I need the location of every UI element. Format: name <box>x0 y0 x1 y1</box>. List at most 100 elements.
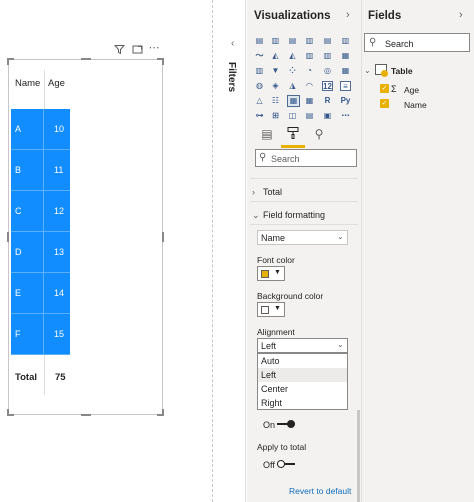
section-total[interactable]: Total <box>263 187 282 197</box>
paginated-report-icon[interactable]: ▣ <box>322 111 333 121</box>
analytics-magnifier-icon[interactable]: ⚲ <box>311 126 327 142</box>
table-cell-name: C <box>11 191 44 232</box>
resize-handle[interactable] <box>81 414 91 416</box>
line-and-column-chart-icon[interactable]: ▥ <box>304 51 315 61</box>
divider <box>250 201 358 202</box>
table-name[interactable]: Table <box>391 66 413 76</box>
matrix-icon[interactable]: ▦ <box>304 96 315 106</box>
slicer-icon[interactable]: ☷ <box>270 96 281 106</box>
qa-visual-icon[interactable]: ◫ <box>287 111 298 121</box>
toggle-on-label: On <box>263 420 276 430</box>
chevron-down-icon[interactable]: ⌄ <box>252 210 260 221</box>
field-name[interactable]: Name <box>404 100 427 110</box>
table-cell-name: A <box>11 109 44 150</box>
font-color-label: Font color <box>257 255 295 265</box>
focus-mode-icon[interactable] <box>131 44 143 56</box>
decomposition-tree-icon[interactable]: ⊞ <box>270 111 281 121</box>
alignment-option-auto[interactable]: Auto <box>258 354 347 368</box>
waterfall-chart-icon[interactable]: ▥ <box>254 66 265 76</box>
toggle-off-label: Off <box>263 460 275 470</box>
field-select-value: Name <box>261 233 286 243</box>
stacked-column-chart-icon[interactable]: ▥ <box>270 36 281 46</box>
filters-label[interactable]: Filters <box>226 62 237 92</box>
chevron-down-icon[interactable]: ⌄ <box>364 66 371 75</box>
caret-down-icon: ▼ <box>274 305 281 312</box>
resize-handle[interactable] <box>7 58 9 65</box>
chevron-right-icon[interactable]: › <box>459 9 463 21</box>
alignment-value: Left <box>261 341 277 351</box>
column-header-name[interactable]: Name <box>15 78 40 89</box>
format-search-placeholder: Search <box>271 154 300 164</box>
line-and-clustered-column-chart-icon[interactable]: ▥ <box>322 51 333 61</box>
shape-map-icon[interactable]: ◮ <box>287 81 298 91</box>
ribbon-chart-icon[interactable]: ▦ <box>340 51 351 61</box>
100-stacked-column-chart-icon[interactable]: ▥ <box>340 36 351 46</box>
format-paint-roller-icon[interactable] <box>285 126 301 142</box>
clustered-bar-chart-icon[interactable]: ▤ <box>287 36 298 46</box>
section-field-formatting[interactable]: Field formatting <box>263 210 325 220</box>
gauge-icon[interactable]: ◠ <box>304 81 315 91</box>
age-checkbox[interactable]: ✓ <box>380 84 389 93</box>
card-icon[interactable]: 12 <box>322 81 333 91</box>
scatter-chart-icon[interactable]: ⁘ <box>287 66 298 76</box>
alignment-option-left[interactable]: Left <box>258 368 347 382</box>
multi-row-card-icon[interactable]: ≡ <box>340 81 351 91</box>
fields-tab-icon[interactable]: ▤ <box>259 126 275 142</box>
table-cell-age: 15 <box>44 314 70 355</box>
sigma-icon: Σ <box>391 84 397 94</box>
map-icon[interactable]: ◍ <box>254 81 265 91</box>
caret-down-icon: ▼ <box>274 269 281 276</box>
table-cell-age: 14 <box>44 273 70 314</box>
filter-icon[interactable] <box>113 44 125 56</box>
kpi-icon[interactable]: △ <box>254 96 265 106</box>
field-formatting-toggle[interactable] <box>277 420 295 428</box>
alignment-option-right[interactable]: Right <box>258 396 347 410</box>
resize-handle[interactable] <box>162 409 164 416</box>
stacked-area-chart-icon[interactable]: ◭ <box>287 51 298 61</box>
smart-narrative-icon[interactable]: ▤ <box>304 111 315 121</box>
more-visuals-icon[interactable]: ⋯ <box>340 111 351 121</box>
funnel-chart-icon[interactable]: ▼ <box>270 66 281 76</box>
line-chart-icon[interactable]: 〜 <box>254 51 265 61</box>
100-stacked-bar-chart-icon[interactable]: ▤ <box>322 36 333 46</box>
key-influencers-icon[interactable]: ⊶ <box>254 111 265 121</box>
fields-search-input[interactable] <box>364 33 470 52</box>
pie-chart-icon[interactable]: ◔ <box>304 66 315 76</box>
revert-to-default-link[interactable]: Revert to default <box>289 486 351 496</box>
donut-chart-icon[interactable]: ◎ <box>322 66 333 76</box>
filled-map-icon[interactable]: ◈ <box>270 81 281 91</box>
chevron-left-icon[interactable]: ‹ <box>231 38 234 49</box>
fields-pane <box>361 0 474 502</box>
r-script-visual-icon[interactable]: R <box>322 96 333 106</box>
name-checkbox[interactable]: ✓ <box>380 99 389 108</box>
column-header-age[interactable]: Age <box>48 78 65 89</box>
alignment-option-center[interactable]: Center <box>258 382 347 396</box>
background-color-swatch <box>261 306 269 314</box>
treemap-icon[interactable]: ▦ <box>340 66 351 76</box>
stacked-bar-chart-icon[interactable]: ▤ <box>254 36 265 46</box>
resize-handle[interactable] <box>162 232 164 242</box>
chevron-right-icon[interactable]: › <box>252 187 255 197</box>
divider <box>250 178 358 179</box>
apply-to-total-toggle[interactable] <box>277 460 295 468</box>
active-tab-indicator <box>281 145 305 148</box>
resize-handle[interactable] <box>162 58 164 65</box>
resize-handle[interactable] <box>7 232 9 242</box>
chevron-down-icon: ⌄ <box>337 340 344 349</box>
chevron-right-icon[interactable]: › <box>346 9 350 21</box>
table-visual-icon[interactable]: ▦ <box>287 95 300 107</box>
clustered-column-chart-icon[interactable]: ▥ <box>304 36 315 46</box>
area-chart-icon[interactable]: ◭ <box>270 51 281 61</box>
more-options-icon[interactable]: ⋯ <box>148 42 160 54</box>
resize-handle[interactable] <box>7 409 9 416</box>
font-color-picker[interactable]: ▼ <box>257 266 285 281</box>
resize-handle[interactable] <box>81 58 91 60</box>
table-cell-age: 12 <box>44 191 70 232</box>
table-selected-icon <box>381 70 388 77</box>
field-age[interactable]: Age <box>404 85 419 95</box>
fields-search-placeholder: Search <box>385 39 414 49</box>
background-color-picker[interactable]: ▼ <box>257 302 285 317</box>
python-visual-icon[interactable]: Py <box>340 96 351 106</box>
scrollbar[interactable] <box>357 410 360 502</box>
canvas-edge <box>212 0 213 502</box>
